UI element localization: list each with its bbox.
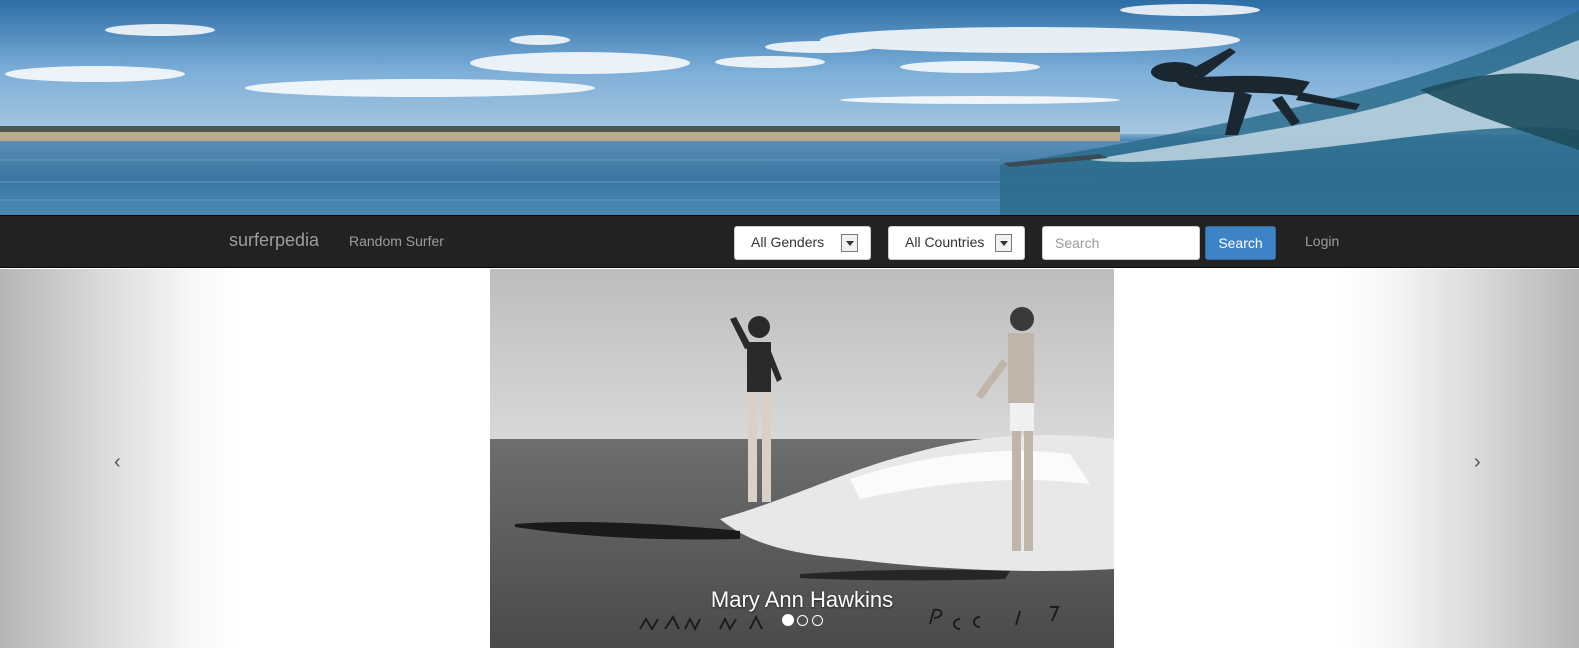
country-select[interactable]: All Countries	[888, 226, 1025, 260]
random-surfer-link[interactable]: Random Surfer	[349, 233, 444, 249]
chevron-right-icon[interactable]: ›	[1474, 451, 1481, 474]
carousel-indicator[interactable]	[782, 614, 794, 626]
chevron-left-icon[interactable]: ‹	[114, 451, 121, 474]
carousel-caption: Mary Ann Hawkins	[710, 587, 894, 612]
gender-select-value: All Genders	[751, 234, 825, 250]
chevron-down-icon	[841, 234, 858, 252]
carousel-indicator[interactable]	[812, 615, 823, 626]
search-input[interactable]: Search	[1042, 226, 1200, 260]
top-navbar: surferpedia Random Surfer All Genders Al…	[0, 215, 1579, 268]
country-select-value: All Countries	[905, 234, 985, 250]
search-button[interactable]: Search	[1205, 226, 1276, 260]
carousel-next-area[interactable]	[1339, 269, 1579, 648]
chevron-down-icon	[995, 234, 1012, 252]
carousel-indicator[interactable]	[797, 615, 808, 626]
login-link[interactable]: Login	[1305, 233, 1339, 249]
gender-select[interactable]: All Genders	[734, 226, 871, 260]
hero-banner-image	[0, 0, 1579, 215]
surfer-carousel: ‹ › Mary Ann Hawkins	[0, 269, 1579, 648]
brand-link[interactable]: surferpedia	[229, 230, 319, 251]
